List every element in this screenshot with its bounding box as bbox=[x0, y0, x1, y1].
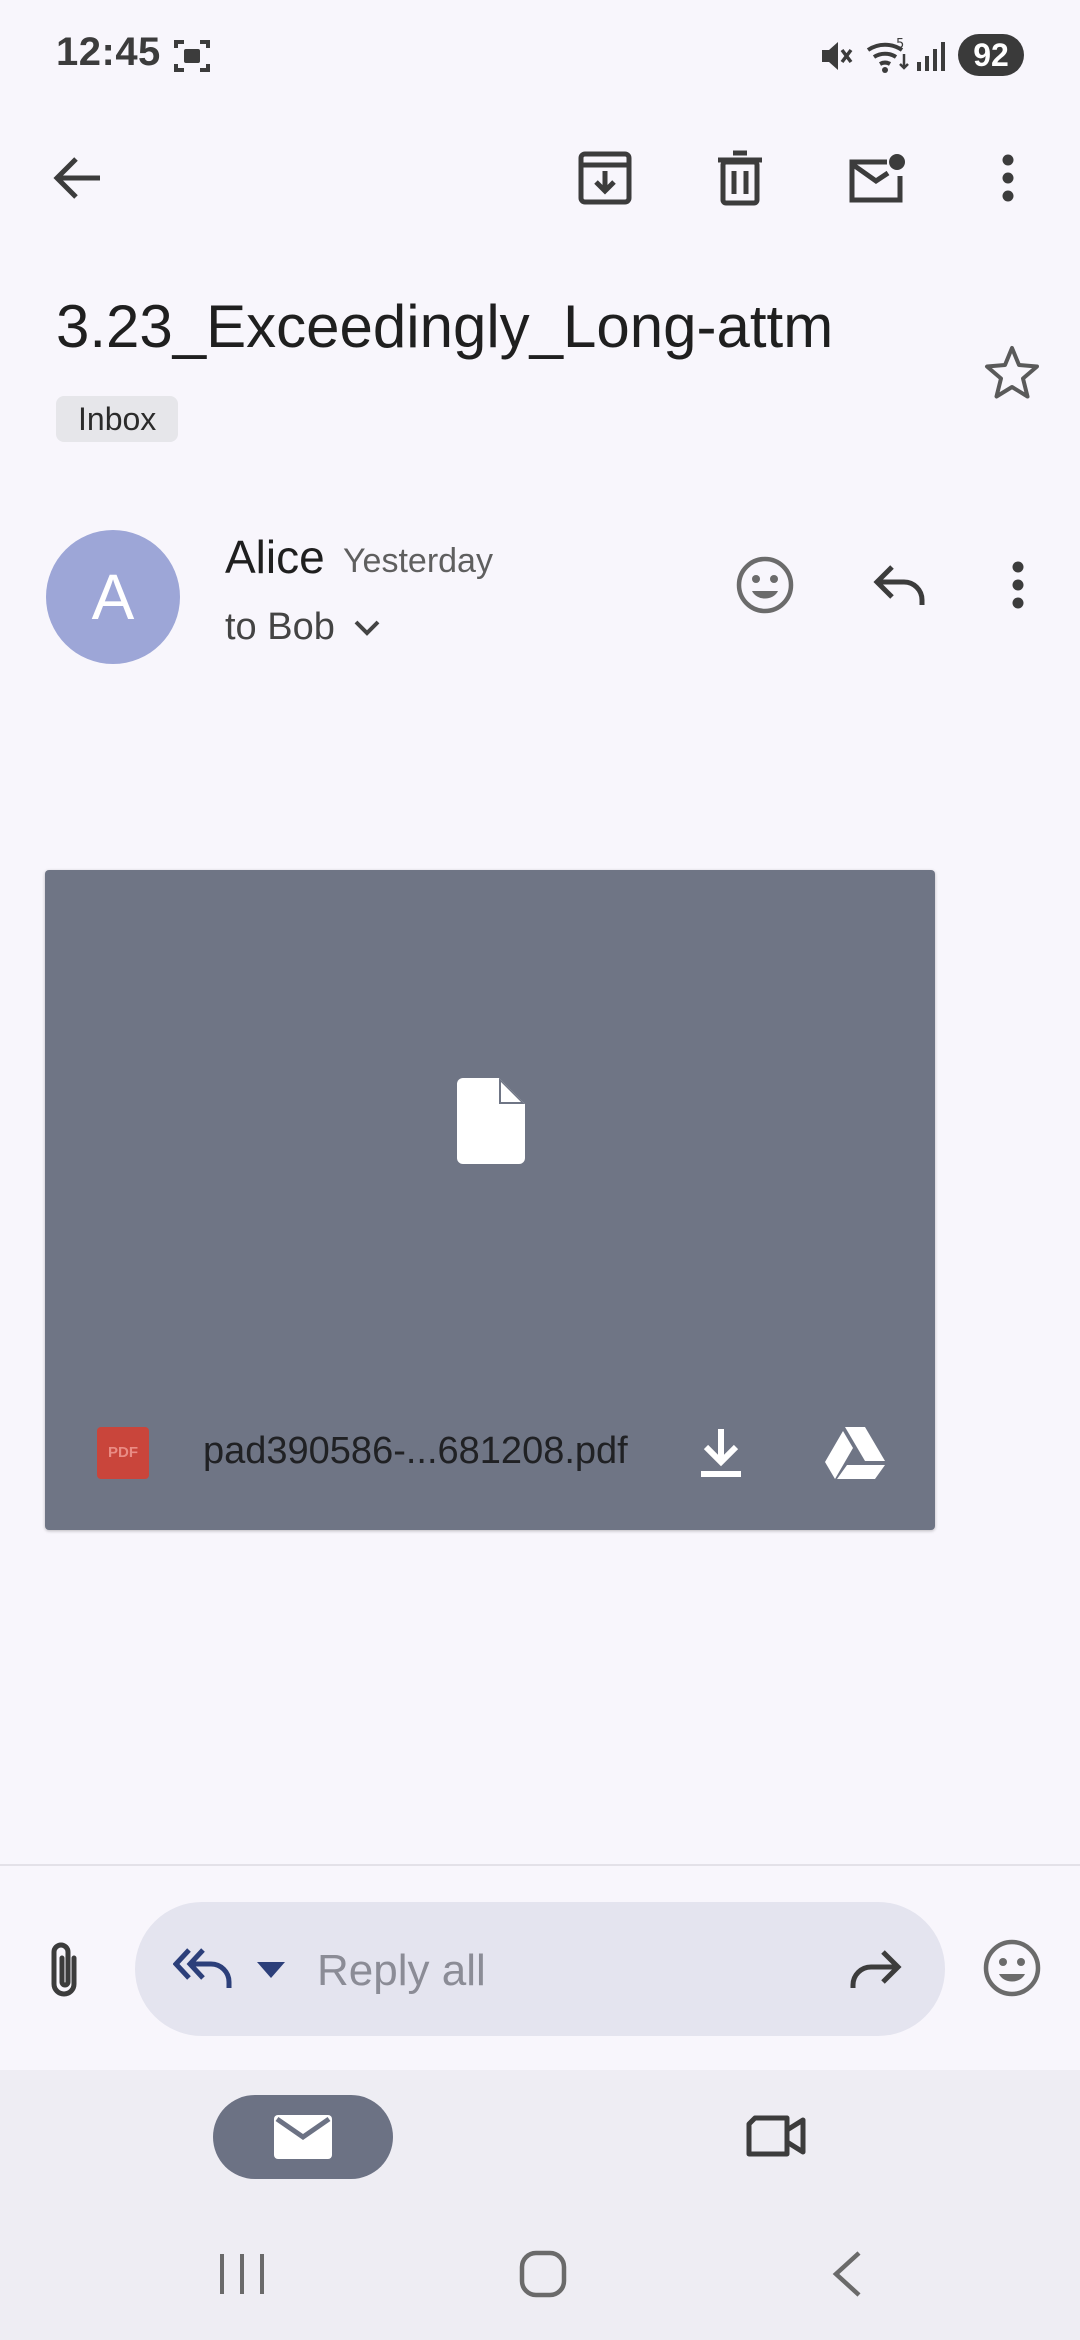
divider bbox=[0, 1864, 1080, 1866]
attach-icon bbox=[46, 1940, 82, 2000]
reply-placeholder: Reply all bbox=[317, 1946, 486, 1995]
recents-button[interactable] bbox=[202, 2234, 282, 2314]
video-icon bbox=[745, 2114, 807, 2158]
emoji-icon bbox=[982, 1938, 1042, 1998]
download-icon bbox=[699, 1427, 743, 1479]
home-icon bbox=[519, 2250, 567, 2298]
star-button[interactable] bbox=[972, 332, 1052, 412]
sender-avatar[interactable]: A bbox=[46, 530, 180, 664]
reply-icon bbox=[872, 563, 928, 607]
tab-meet[interactable] bbox=[736, 2096, 816, 2176]
more-vert-icon bbox=[1011, 561, 1025, 609]
chevron-down-icon bbox=[353, 619, 381, 637]
screenshot-icon bbox=[172, 38, 212, 74]
download-button[interactable] bbox=[681, 1413, 761, 1493]
sender-name: Alice bbox=[225, 531, 325, 583]
signal-icon bbox=[916, 40, 946, 72]
emoji-button[interactable] bbox=[972, 1928, 1052, 2008]
mark-unread-icon bbox=[847, 152, 907, 204]
message-more-button[interactable] bbox=[978, 545, 1058, 625]
attach-button[interactable] bbox=[24, 1930, 104, 2010]
reply-all-icon[interactable] bbox=[173, 1946, 235, 1990]
archive-button[interactable] bbox=[565, 138, 645, 218]
status-time: 12:45 bbox=[56, 30, 161, 74]
reply-input[interactable]: Reply all bbox=[135, 1902, 945, 2036]
delete-button[interactable] bbox=[700, 138, 780, 218]
system-back-button[interactable] bbox=[807, 2234, 887, 2314]
back-arrow-icon bbox=[52, 156, 102, 200]
add-reaction-button[interactable] bbox=[725, 545, 805, 625]
file-icon bbox=[455, 1078, 525, 1164]
mute-icon bbox=[818, 38, 854, 74]
emoji-icon bbox=[735, 555, 795, 615]
reply-button[interactable] bbox=[860, 545, 940, 625]
more-options-button[interactable] bbox=[968, 138, 1048, 218]
back-button[interactable] bbox=[37, 138, 117, 218]
attachment-file-name: pad390586-...681208.pdf bbox=[203, 1430, 628, 1472]
svg-text:5: 5 bbox=[896, 37, 904, 52]
wifi-icon: 5 bbox=[866, 36, 910, 74]
bottom-navigation bbox=[0, 2070, 1080, 2340]
recents-icon bbox=[219, 2252, 265, 2296]
email-subject: 3.23_Exceedingly_Long-attm bbox=[56, 293, 834, 360]
save-to-drive-button[interactable] bbox=[815, 1413, 895, 1493]
attachment-card[interactable]: PDF pad390586-...681208.pdf bbox=[45, 870, 935, 1530]
home-button[interactable] bbox=[503, 2234, 583, 2314]
recipient-details-toggle[interactable]: to Bob bbox=[225, 606, 381, 649]
mail-icon bbox=[274, 2115, 332, 2159]
archive-icon bbox=[578, 151, 632, 205]
sent-time: Yesterday bbox=[343, 542, 493, 580]
caret-down-icon[interactable] bbox=[257, 1962, 285, 1978]
mark-unread-button[interactable] bbox=[837, 138, 917, 218]
pdf-file-icon: PDF bbox=[97, 1427, 149, 1479]
recipient-text: to Bob bbox=[225, 606, 335, 648]
drive-icon bbox=[823, 1425, 887, 1481]
status-bar: 12:45 5 92 bbox=[0, 0, 1080, 110]
forward-icon[interactable] bbox=[847, 1948, 903, 1988]
label-chip-inbox[interactable]: Inbox bbox=[56, 396, 179, 442]
tab-mail[interactable] bbox=[213, 2095, 393, 2179]
more-vert-icon bbox=[1001, 154, 1015, 202]
system-back-icon bbox=[831, 2250, 863, 2298]
battery-indicator: 92 bbox=[958, 34, 1024, 76]
delete-icon bbox=[716, 150, 764, 206]
star-icon bbox=[983, 344, 1041, 400]
